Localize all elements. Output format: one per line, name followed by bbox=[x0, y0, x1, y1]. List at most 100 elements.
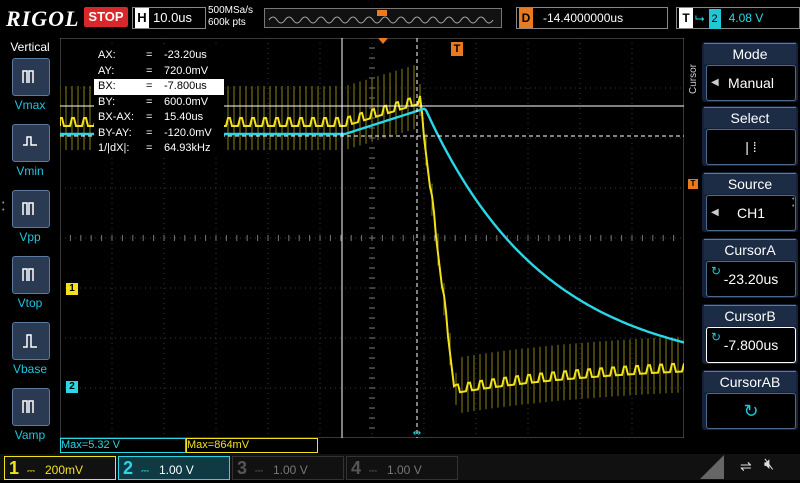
vtop-icon bbox=[22, 268, 34, 281]
trigger-time-marker[interactable]: T bbox=[451, 42, 463, 56]
channel-1-tab[interactable]: 1 ⎓ 200mV bbox=[4, 456, 116, 480]
softkey-mode-value: ◀ Manual bbox=[706, 65, 796, 101]
trigger-level-marker[interactable]: T bbox=[688, 179, 698, 189]
readout-value: -120.0mV bbox=[164, 126, 212, 139]
delay-readout[interactable]: D -14.4000000us bbox=[516, 7, 668, 29]
readout-equals: = bbox=[146, 95, 153, 108]
vertical-menu-title: Vertical bbox=[10, 40, 50, 54]
readout-key: BY: bbox=[98, 95, 116, 108]
readout-row: BY: = 600.0mV bbox=[94, 95, 224, 111]
usb-icon: ⇌ bbox=[740, 458, 752, 474]
readout-equals: = bbox=[146, 142, 153, 154]
readout-equals: = bbox=[146, 126, 153, 139]
vmin-label: Vmin bbox=[16, 164, 44, 178]
left-scroll-dots: • • bbox=[2, 200, 5, 214]
readout-row: 1/|dX|: = 64.93kHz bbox=[94, 141, 224, 157]
coupling-icon: ⎓ bbox=[27, 466, 35, 477]
channel-scale: 1.00 V bbox=[387, 463, 422, 477]
left-arrow-icon: ◀ bbox=[711, 207, 719, 218]
channel-scale: 200mV bbox=[45, 463, 84, 477]
readout-row: AY: = 720.0mV bbox=[94, 64, 224, 80]
readout-key: BX-AX: bbox=[98, 111, 135, 123]
readout-value: 600.0mV bbox=[164, 95, 209, 108]
readout-equals: = bbox=[146, 80, 153, 92]
vtop-button[interactable] bbox=[12, 256, 50, 294]
channel-2-tab[interactable]: 2 ⎓ 1.00 V bbox=[118, 456, 230, 480]
readout-row: AX: = -23.20us bbox=[94, 48, 224, 64]
vpp-label: Vpp bbox=[19, 230, 41, 244]
readout-equals: = bbox=[146, 49, 153, 61]
ch1-max-measure: Max=864mV bbox=[186, 438, 318, 453]
softkey-cursorab-title: CursorAB bbox=[704, 371, 796, 392]
sound-muted-icon[interactable]: 🔇︎ bbox=[764, 456, 774, 474]
horizontal-label: H bbox=[135, 8, 149, 28]
delay-value: -14.4000000us bbox=[543, 11, 624, 25]
channel-number: 1 bbox=[9, 458, 20, 478]
channel-number: 4 bbox=[351, 458, 362, 478]
coupling-icon: ⎓ bbox=[255, 466, 263, 477]
vpp-button[interactable] bbox=[12, 190, 50, 228]
acquisition-info: 500MSa/s 600k pts bbox=[208, 5, 253, 29]
rotate-knob-icon: ↻ bbox=[711, 330, 722, 344]
readout-key: BX: bbox=[98, 80, 116, 92]
vmax-icon bbox=[22, 70, 34, 83]
vbase-label: Vbase bbox=[12, 362, 48, 376]
channel-scale: 1.00 V bbox=[273, 463, 308, 477]
readout-value: 720.0mV bbox=[164, 64, 209, 77]
channel-number: 2 bbox=[123, 458, 134, 478]
trigger-label: T bbox=[679, 8, 693, 28]
trigger-readout[interactable]: T ⮡ 2 4.08 V bbox=[676, 7, 800, 29]
readout-equals: = bbox=[146, 111, 153, 123]
ch1-ground-marker[interactable]: 1 bbox=[66, 283, 78, 295]
vamp-icon bbox=[22, 400, 34, 413]
softkey-source-title: Source bbox=[704, 173, 796, 194]
readout-row: BX-AX: = 15.40us bbox=[94, 110, 224, 126]
readout-key: AX: bbox=[98, 49, 116, 61]
timebase-value: 10.0us bbox=[153, 10, 193, 25]
horizontal-timebase[interactable]: H 10.0us bbox=[132, 7, 206, 29]
run-stop-indicator[interactable]: STOP bbox=[84, 7, 128, 27]
readout-row: BX: = -7.800us bbox=[94, 79, 224, 95]
brand-logo: RIGOL bbox=[6, 6, 80, 31]
readout-value: -23.20us bbox=[164, 49, 207, 61]
vmax-label: Vmax bbox=[14, 98, 46, 112]
softkey-mode-title: Mode bbox=[704, 43, 796, 64]
vbase-button[interactable] bbox=[12, 322, 50, 360]
vmin-button[interactable] bbox=[12, 124, 50, 162]
readout-key: BY-AY: bbox=[98, 126, 132, 139]
vbase-icon bbox=[23, 334, 37, 348]
vmin-icon bbox=[23, 136, 37, 146]
menu-corner-icon bbox=[700, 455, 724, 479]
readout-equals: = bbox=[146, 64, 153, 77]
softkey-cursora-value: ↻ -23.20us bbox=[706, 261, 796, 297]
readout-value: 64.93kHz bbox=[164, 142, 211, 154]
trigger-level: 4.08 V bbox=[728, 11, 764, 25]
trigger-edge-icon: ⮡ bbox=[695, 11, 705, 25]
softkey-cursorb-value: ↻ -7.800us bbox=[706, 327, 796, 363]
softkey-select-title: Select bbox=[704, 107, 796, 128]
vamp-label: Vamp bbox=[14, 428, 46, 442]
memory-depth: 600k pts bbox=[208, 17, 246, 28]
coupling-icon: ⎓ bbox=[141, 466, 149, 477]
ch2-max-measure: Max=5.32 V bbox=[60, 438, 186, 453]
rotate-knob-icon: ↻ bbox=[711, 264, 722, 278]
softkey-source-value: ◀ CH1 bbox=[706, 195, 796, 231]
vtop-label: Vtop bbox=[17, 296, 43, 310]
rotate-knob-icon: ↻ bbox=[743, 401, 759, 421]
cursor-readout-table: AX: = -23.20us AY: = 720.0mV BX: = -7.800us BY: = 6… bbox=[94, 48, 224, 157]
right-scroll-dots: • • bbox=[792, 196, 795, 210]
readout-key: 1/|dX|: bbox=[98, 142, 130, 154]
sample-rate: 500MSa/s bbox=[208, 5, 254, 16]
channel-3-tab[interactable]: 3 ⎓ 1.00 V bbox=[232, 456, 344, 480]
vamp-button[interactable] bbox=[12, 388, 50, 426]
memory-timeline[interactable] bbox=[264, 8, 502, 28]
readout-key: AY: bbox=[98, 64, 115, 77]
vpp-icon bbox=[22, 202, 34, 215]
channel-scale: 1.00 V bbox=[159, 463, 194, 477]
readout-row: BY-AY: = -120.0mV bbox=[94, 126, 224, 142]
coupling-icon: ⎓ bbox=[369, 466, 377, 477]
vmax-button[interactable] bbox=[12, 58, 50, 96]
cursor-menu-side-label: Cursor bbox=[688, 64, 699, 95]
channel-4-tab[interactable]: 4 ⎓ 1.00 V bbox=[346, 456, 458, 480]
ch2-ground-marker[interactable]: 2 bbox=[66, 381, 78, 393]
